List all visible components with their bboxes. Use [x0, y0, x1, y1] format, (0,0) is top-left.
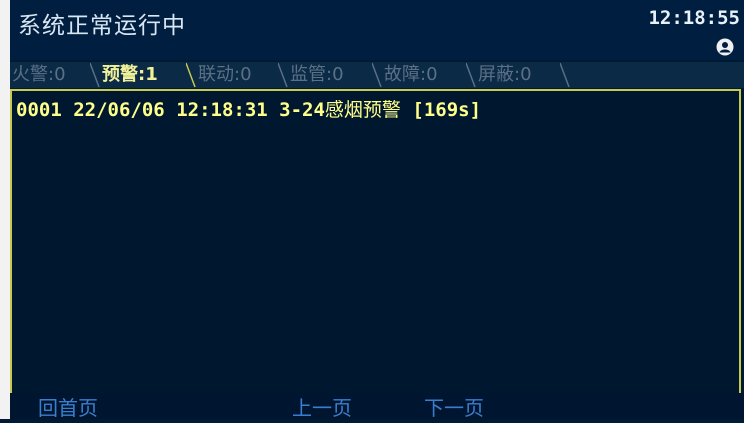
tab-separator [560, 62, 570, 88]
tab-separator [466, 62, 476, 88]
tab-linkage-label: 联动:0 [198, 64, 252, 85]
left-bezel [0, 0, 10, 419]
tab-fire-label: 火警:0 [12, 64, 66, 85]
clock: 12:18:55 [648, 7, 740, 29]
alarm-row[interactable]: 0001 22/06/06 12:18:31 3-24感烟预警 [169s] [16, 95, 481, 122]
tab-fault-label: 故障:0 [384, 64, 438, 85]
tab-fire[interactable]: 火警:0 [10, 62, 92, 88]
tab-prealarm[interactable]: 预警:1 [100, 62, 188, 88]
alarm-list-panel: 0001 22/06/06 12:18:31 3-24感烟预警 [169s] [10, 89, 741, 393]
footer-bar: 回首页 上一页 下一页 [10, 393, 744, 420]
alarm-duration: [169s] [412, 99, 482, 121]
user-icon[interactable] [716, 38, 734, 56]
tab-supervisory[interactable]: 监管:0 [288, 62, 374, 88]
panel-screen: 系统正常运行中 12:18:55 火警:0 预警:1 联动:0 监管:0 故障:… [10, 0, 744, 420]
tab-prealarm-label: 预警:1 [102, 64, 158, 85]
tab-separator [372, 62, 382, 88]
home-page-button[interactable]: 回首页 [38, 393, 98, 420]
tab-disabled[interactable]: 屏蔽:0 [476, 62, 562, 88]
header-bar: 系统正常运行中 12:18:55 [10, 0, 744, 60]
alarm-date: 22/06/06 [73, 99, 165, 121]
previous-page-button[interactable]: 上一页 [292, 393, 352, 420]
tab-separator [90, 62, 100, 88]
tab-separator [186, 62, 196, 88]
alarm-id: 0001 [16, 99, 62, 121]
alarm-description: 感烟预警 [324, 99, 401, 121]
alarm-category-tabs: 火警:0 预警:1 联动:0 监管:0 故障:0 屏蔽:0 [10, 62, 744, 88]
system-status-text: 系统正常运行中 [18, 13, 186, 39]
tab-linkage[interactable]: 联动:0 [196, 62, 280, 88]
tab-disabled-label: 屏蔽:0 [478, 64, 532, 85]
tab-fault[interactable]: 故障:0 [382, 62, 468, 88]
next-page-button[interactable]: 下一页 [424, 393, 484, 420]
alarm-location: 3-24 [279, 99, 325, 121]
tab-supervisory-label: 监管:0 [290, 64, 344, 85]
alarm-time: 12:18:31 [176, 99, 268, 121]
tab-separator [278, 62, 288, 88]
